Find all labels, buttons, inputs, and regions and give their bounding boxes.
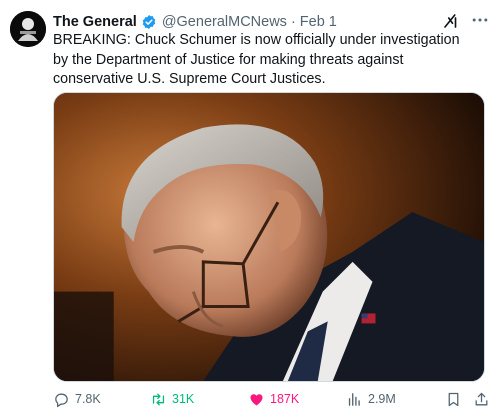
verified-badge-icon (141, 14, 157, 30)
heart-icon (250, 393, 263, 406)
tweet-card: The General @GeneralMCNews · Feb 1 BREAK… (0, 0, 500, 418)
photo-image (54, 93, 484, 381)
display-name[interactable]: The General (53, 12, 137, 32)
bookmark-icon (448, 392, 459, 406)
tweet-photo[interactable] (53, 92, 485, 382)
bookmark-button[interactable] (445, 386, 467, 412)
header-separator: · (290, 14, 296, 30)
views-button[interactable]: 2.9M (346, 386, 396, 412)
repost-icon (152, 393, 165, 405)
view-count: 2.9M (368, 392, 396, 406)
user-handle[interactable]: @GeneralMCNews (162, 12, 287, 32)
avatar-image (10, 11, 46, 47)
share-icon (475, 392, 488, 405)
more-icon[interactable] (470, 10, 490, 30)
reply-icon (55, 393, 68, 407)
repost-button[interactable]: 31K (150, 386, 194, 412)
action-bar: 7.8K 31K 187K 2.9M (53, 386, 489, 412)
like-button[interactable]: 187K (248, 386, 299, 412)
share-button[interactable] (473, 386, 495, 412)
tweet-header: The General @GeneralMCNews · Feb 1 (53, 12, 337, 32)
views-icon (348, 392, 360, 406)
reply-count: 7.8K (75, 392, 101, 406)
tweet-date[interactable]: Feb 1 (300, 12, 337, 32)
like-count: 187K (270, 392, 300, 406)
reply-button[interactable]: 7.8K (53, 386, 101, 412)
repost-count: 31K (172, 392, 195, 406)
tweet-text: BREAKING: Chuck Schumer is now officiall… (53, 32, 460, 87)
grok-icon[interactable] (442, 12, 460, 30)
avatar[interactable] (10, 11, 46, 47)
